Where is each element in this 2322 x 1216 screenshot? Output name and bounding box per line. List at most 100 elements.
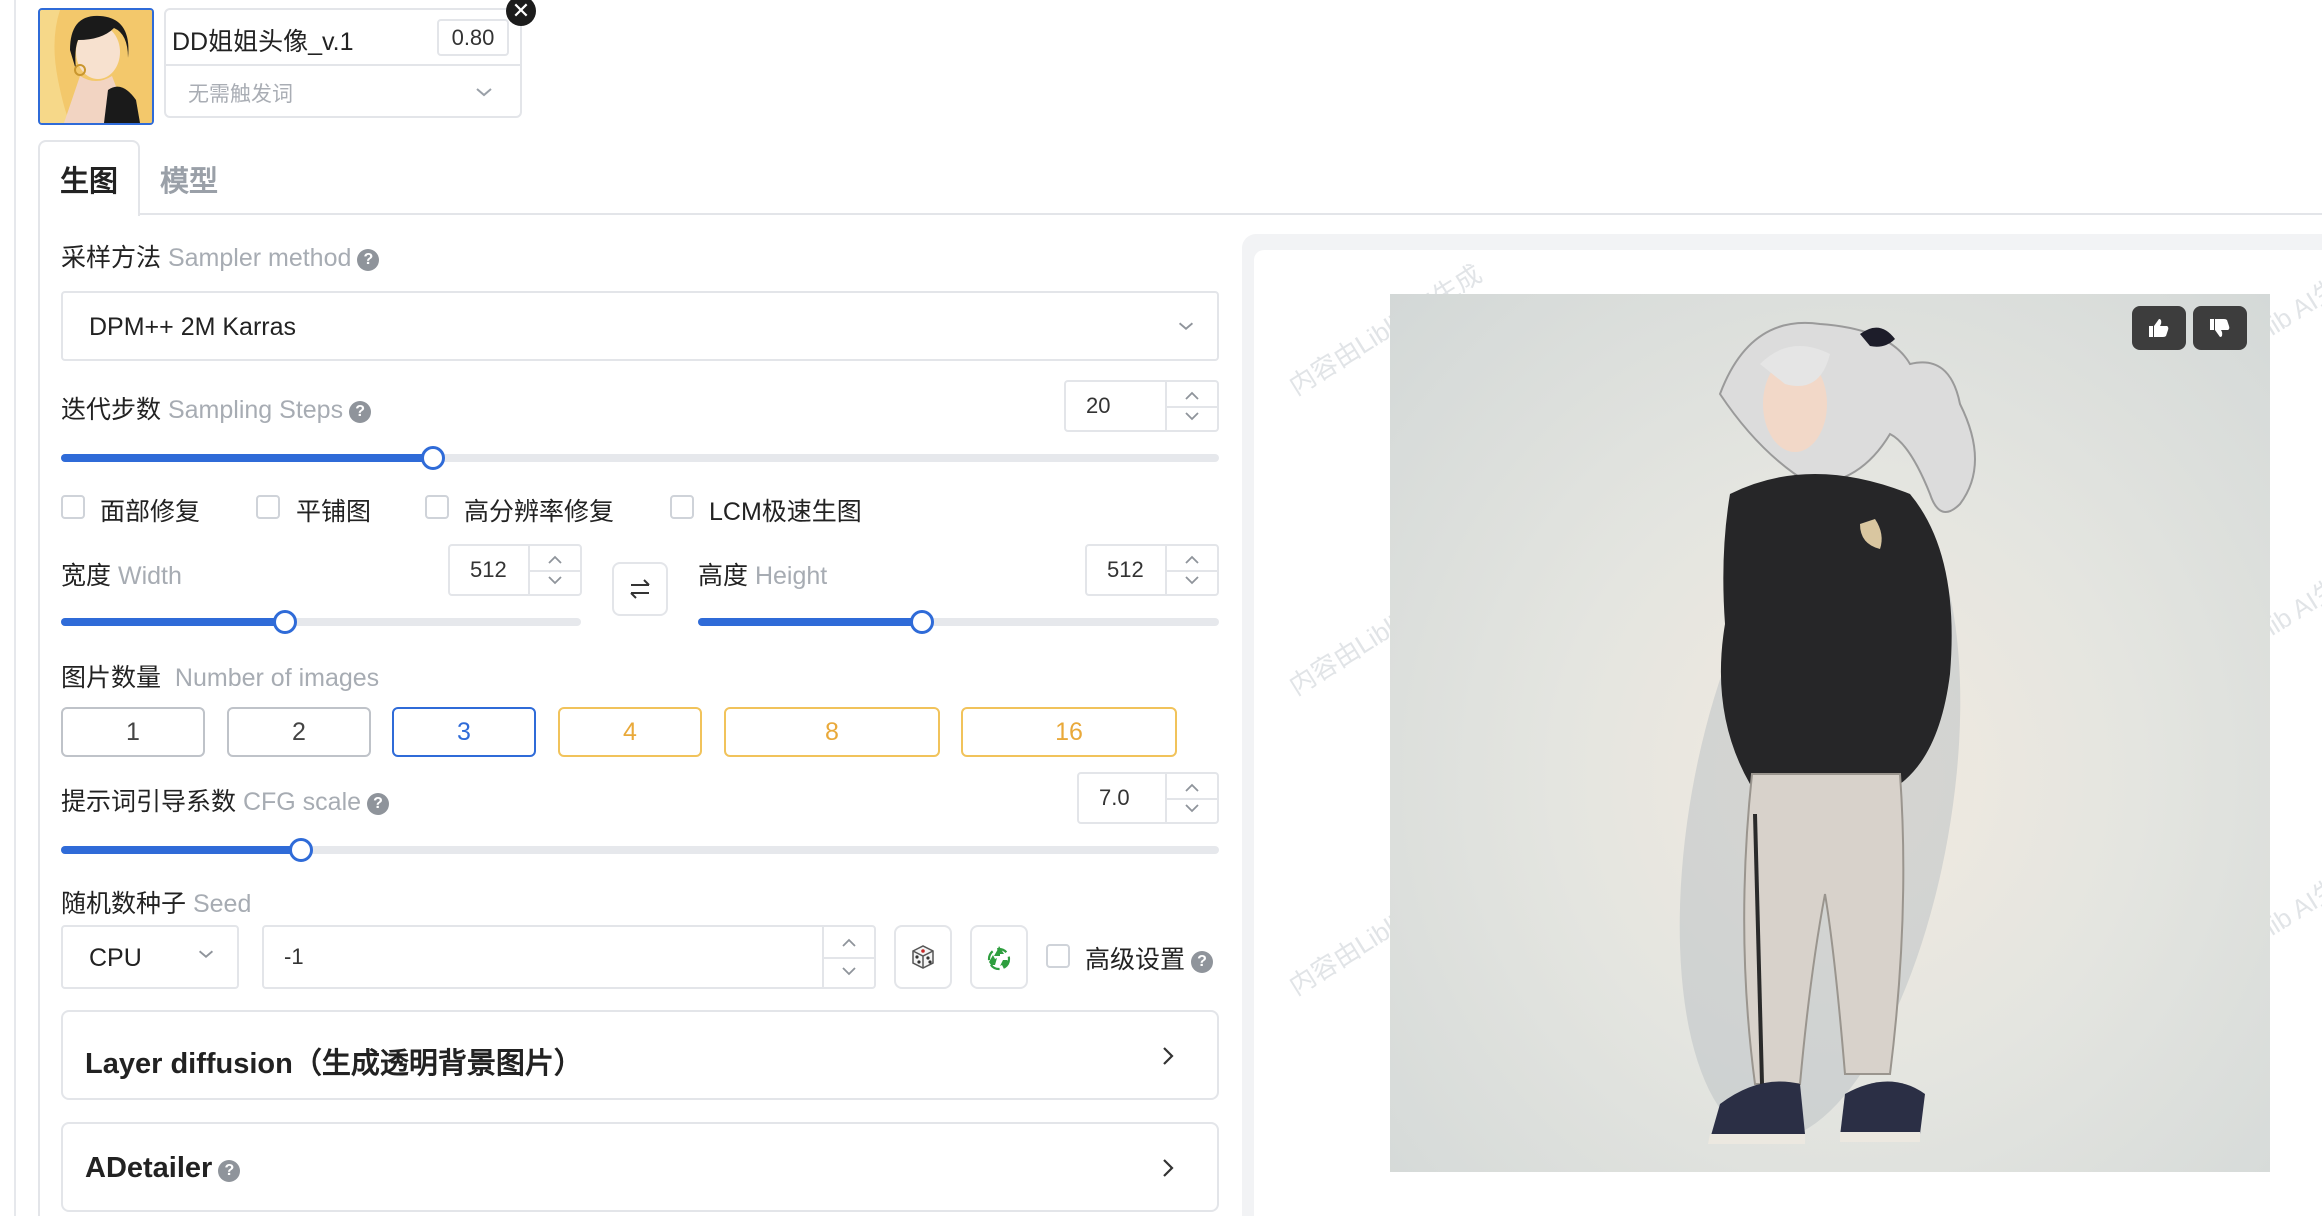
recycle-icon: [987, 946, 1011, 971]
width-label-en: Width: [117, 562, 182, 590]
height-label-en: Height: [754, 562, 828, 590]
chevron-down-icon[interactable]: [1183, 410, 1201, 422]
chevron-down-icon[interactable]: [840, 965, 858, 977]
image-count-3[interactable]: 3: [392, 707, 536, 757]
steps-spin[interactable]: [1165, 382, 1217, 430]
chevron-down-icon: [198, 950, 214, 958]
help-icon[interactable]: ?: [367, 793, 390, 815]
help-icon[interactable]: ?: [357, 249, 380, 271]
chevron-down-icon: [1178, 322, 1194, 330]
image-count-16[interactable]: 16: [961, 707, 1177, 757]
checkbox-hires-fix[interactable]: [425, 495, 449, 519]
option-tiling-label: 平铺图: [296, 498, 372, 526]
width-label: 宽度 Width: [61, 556, 182, 592]
chevron-up-icon[interactable]: [840, 937, 858, 949]
width-value: 512: [470, 557, 507, 582]
layer-diffusion-panel[interactable]: Layer diffusion（生成透明背景图片）: [61, 1010, 1219, 1100]
cfg-label-en: CFG scale: [242, 788, 362, 816]
images-count-label: 图片数量 Number of images: [61, 658, 379, 694]
seed-device-select[interactable]: CPU: [61, 925, 239, 989]
left-edge-rule: [14, 0, 16, 1216]
chevron-up-icon[interactable]: [1183, 782, 1201, 794]
chevron-up-icon[interactable]: [1183, 554, 1201, 566]
steps-value: 20: [1086, 393, 1111, 418]
lora-trigger-select[interactable]: 无需触发词: [188, 78, 293, 108]
help-icon[interactable]: ?: [349, 401, 372, 423]
adetailer-title-text: ADetailer: [85, 1152, 213, 1184]
image-count-1[interactable]: 1: [61, 707, 205, 757]
seed-label-en: Seed: [192, 890, 252, 918]
chevron-right-icon: [1163, 1047, 1174, 1065]
cfg-slider[interactable]: [61, 838, 1219, 862]
help-icon[interactable]: ?: [218, 1160, 241, 1182]
width-slider[interactable]: [61, 610, 581, 634]
tab-model[interactable]: 模型: [160, 158, 218, 200]
help-icon[interactable]: ?: [1191, 951, 1214, 973]
width-stepper[interactable]: 512: [448, 544, 582, 596]
image-count-8[interactable]: 8: [724, 707, 940, 757]
random-seed-button[interactable]: [894, 925, 952, 989]
image-count-4[interactable]: 4: [558, 707, 702, 757]
option-lcm-label: LCM极速生图: [709, 498, 862, 526]
sampler-value: DPM++ 2M Karras: [89, 313, 297, 341]
swap-dimensions-button[interactable]: [612, 562, 668, 616]
tab-generate[interactable]: 生图: [38, 140, 140, 216]
chevron-down-icon: [476, 88, 492, 97]
chevron-right-icon: [1163, 1159, 1174, 1177]
width-spin[interactable]: [528, 546, 580, 594]
seed-label-cn: 随机数种子: [61, 890, 187, 918]
checkbox-tiling[interactable]: [256, 495, 280, 519]
height-spin[interactable]: [1165, 546, 1217, 594]
cfg-value: 7.0: [1099, 785, 1130, 810]
chevron-down-icon[interactable]: [546, 574, 564, 586]
steps-slider[interactable]: [61, 446, 1219, 470]
option-hires-fix-label: 高分辨率修复: [464, 498, 615, 526]
content-left-border: [38, 213, 40, 1216]
cfg-slider-fill: [61, 846, 301, 854]
steps-label-cn: 迭代步数: [61, 396, 162, 424]
layer-diffusion-title: Layer diffusion（生成透明背景图片）: [85, 1048, 583, 1080]
width-slider-handle[interactable]: [273, 610, 297, 634]
checkbox-face-restore[interactable]: [61, 495, 85, 519]
cfg-slider-handle[interactable]: [289, 838, 313, 862]
lora-name: DD姐姐头像_v.1: [172, 28, 354, 56]
height-label: 高度 Height: [698, 556, 827, 592]
cfg-stepper[interactable]: 7.0: [1077, 772, 1219, 824]
width-label-cn: 宽度: [61, 562, 112, 590]
cfg-label-cn: 提示词引导系数: [61, 788, 237, 816]
cfg-spin[interactable]: [1165, 774, 1217, 822]
advanced-settings-label: 高级设置?: [1085, 940, 1214, 976]
steps-stepper[interactable]: 20: [1064, 380, 1219, 432]
checkbox-lcm[interactable]: [670, 495, 694, 519]
reuse-seed-button[interactable]: [970, 925, 1028, 989]
images-count-label-cn: 图片数量: [61, 664, 162, 692]
seed-label: 随机数种子 Seed: [61, 884, 251, 920]
image-count-2[interactable]: 2: [227, 707, 371, 757]
chevron-down-icon[interactable]: [1183, 574, 1201, 586]
tab-divider: [140, 213, 2322, 215]
seed-value: -1: [284, 944, 304, 969]
lora-weight-input[interactable]: 0.80: [437, 19, 509, 56]
like-button[interactable]: [2132, 306, 2186, 350]
chevron-down-icon[interactable]: [1183, 802, 1201, 814]
height-slider-handle[interactable]: [910, 610, 934, 634]
adetailer-title: ADetailer?: [85, 1152, 241, 1185]
adetailer-panel[interactable]: ADetailer?: [61, 1122, 1219, 1212]
sampler-select[interactable]: DPM++ 2M Karras: [61, 291, 1219, 361]
chevron-up-icon[interactable]: [546, 554, 564, 566]
generated-image[interactable]: [1390, 294, 2270, 1172]
seed-input[interactable]: -1: [262, 925, 876, 989]
checkbox-advanced-settings[interactable]: [1046, 944, 1070, 968]
steps-slider-handle[interactable]: [421, 446, 445, 470]
height-slider[interactable]: [698, 610, 1219, 634]
dislike-button[interactable]: [2193, 306, 2247, 350]
close-icon[interactable]: ✕: [506, 0, 536, 26]
seed-spin[interactable]: [822, 927, 874, 987]
chevron-up-icon[interactable]: [1183, 390, 1201, 402]
lora-thumbnail[interactable]: [38, 8, 154, 125]
sampler-label-en: Sampler method: [167, 244, 352, 272]
images-count-label-en: Number of images: [174, 664, 380, 692]
tab-generate-label: 生图: [59, 166, 118, 198]
height-slider-fill: [698, 618, 922, 626]
height-stepper[interactable]: 512: [1085, 544, 1219, 596]
